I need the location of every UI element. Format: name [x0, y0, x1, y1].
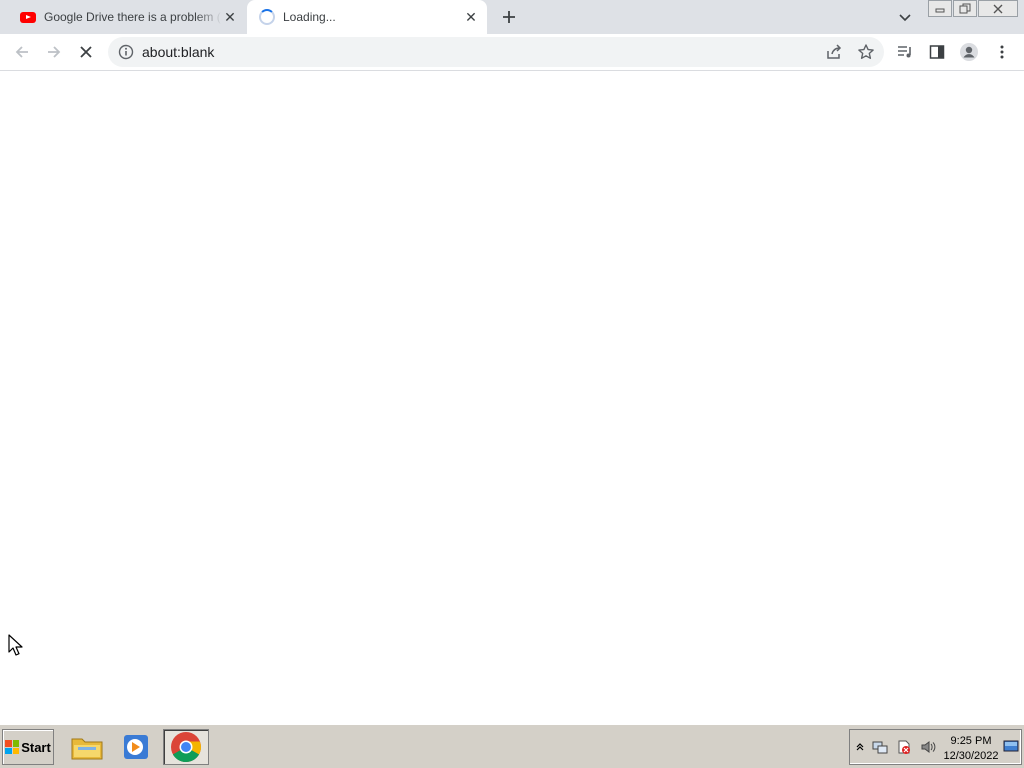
system-tray: 9:25 PM 12/30/2022	[849, 729, 1022, 765]
menu-button[interactable]	[990, 40, 1014, 64]
browser-toolbar: about:blank	[0, 34, 1024, 71]
star-icon	[858, 44, 874, 59]
tab-loading[interactable]: Loading... ✕	[247, 0, 487, 34]
page-content	[0, 71, 1024, 724]
start-button[interactable]: Start	[2, 729, 54, 765]
profile-button[interactable]	[957, 40, 981, 64]
minimize-button[interactable]	[928, 0, 952, 17]
loading-spinner-icon	[259, 9, 275, 25]
mouse-cursor-icon	[8, 634, 23, 656]
tab-title: Loading...	[283, 10, 336, 24]
volume-icon[interactable]	[920, 739, 936, 755]
restore-button[interactable]	[953, 0, 977, 17]
address-bar[interactable]: about:blank	[108, 37, 884, 67]
stop-loading-button[interactable]	[74, 40, 98, 64]
clock-time: 9:25 PM	[950, 735, 992, 747]
arrow-right-icon	[48, 46, 61, 58]
action-center-alert-icon[interactable]	[896, 739, 912, 755]
show-hidden-icons-icon[interactable]	[852, 739, 868, 755]
media-player-icon	[124, 735, 148, 759]
share-button[interactable]	[822, 40, 846, 64]
show-desktop-icon[interactable]	[1003, 739, 1019, 755]
close-tab-icon[interactable]: ✕	[463, 9, 479, 25]
media-controls-button[interactable]	[893, 40, 917, 64]
close-tab-icon[interactable]: ✕	[222, 9, 238, 25]
stop-x-icon	[80, 46, 92, 58]
windows-logo-icon	[5, 740, 20, 754]
chevron-down-icon	[899, 14, 911, 22]
clock-date: 12/30/2022	[943, 750, 999, 762]
tab-title: Google Drive there is a problem (No	[44, 10, 222, 24]
info-icon[interactable]	[118, 44, 134, 60]
tab-strip: Google Drive there is a problem (No ✕ Lo…	[0, 0, 1024, 34]
plus-icon	[503, 11, 515, 23]
arrow-left-icon	[15, 46, 28, 58]
taskbar-media-player[interactable]	[113, 729, 159, 765]
system-clock[interactable]: 9:25 PM 12/30/2022	[940, 734, 1002, 764]
more-vertical-icon	[1000, 45, 1004, 59]
avatar-icon	[960, 43, 978, 61]
new-tab-button[interactable]	[498, 6, 520, 28]
side-panel-icon	[929, 45, 945, 59]
taskbar: Start 9:25 PM 12/30/2022	[0, 724, 1024, 768]
taskbar-chrome[interactable]	[163, 729, 209, 765]
start-label: Start	[21, 739, 51, 755]
close-icon	[993, 4, 1003, 13]
restore-icon	[959, 3, 971, 14]
forward-button[interactable]	[42, 40, 66, 64]
url-text[interactable]: about:blank	[142, 37, 214, 67]
back-button[interactable]	[10, 40, 34, 64]
tab-search-button[interactable]	[896, 8, 914, 26]
folder-icon	[71, 738, 103, 760]
side-panel-button[interactable]	[925, 40, 949, 64]
minimize-icon	[935, 8, 945, 12]
share-icon	[827, 44, 842, 59]
tab-youtube[interactable]: Google Drive there is a problem (No ✕	[8, 0, 246, 34]
taskbar-file-explorer[interactable]	[64, 729, 110, 765]
youtube-icon	[20, 11, 36, 23]
media-queue-icon	[898, 46, 911, 58]
network-icon[interactable]	[872, 739, 888, 755]
close-window-button[interactable]	[978, 0, 1018, 17]
chrome-icon	[171, 732, 201, 763]
bookmark-button[interactable]	[854, 40, 878, 64]
